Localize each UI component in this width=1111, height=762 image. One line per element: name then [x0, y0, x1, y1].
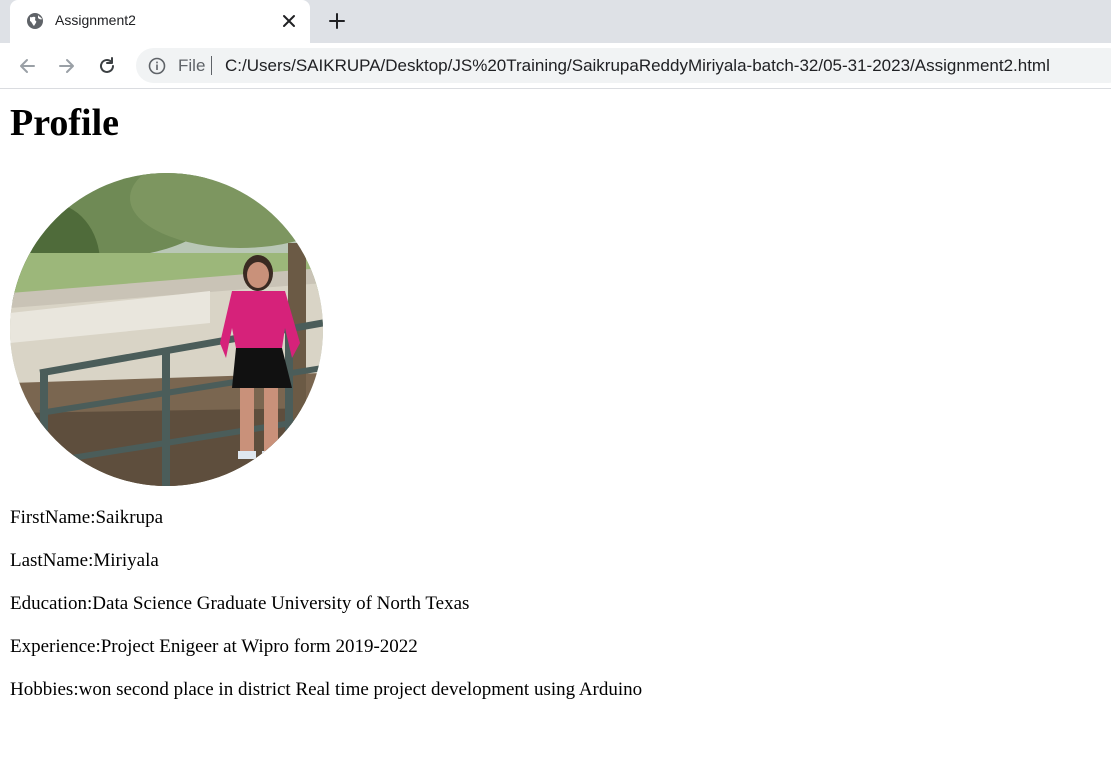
profile-photo	[10, 173, 323, 486]
page-content: Profile FirstName:Saikrupa LastName:Miri…	[10, 89, 1100, 701]
url-text[interactable]: C:/Users/SAIKRUPA/Desktop/JS%20Training/…	[225, 56, 1050, 76]
tab-strip: Assignment2	[0, 0, 1111, 43]
hobbies-field: Hobbies:won second place in district Rea…	[10, 679, 643, 700]
address-bar[interactable]: File C:/Users/SAIKRUPA/Desktop/JS%20Trai…	[136, 48, 1111, 83]
reload-icon[interactable]	[96, 55, 118, 77]
browser-tab[interactable]: Assignment2	[10, 0, 310, 43]
globe-icon	[26, 12, 44, 30]
first-name-field: FirstName:Saikrupa	[10, 507, 164, 528]
browser-toolbar: File C:/Users/SAIKRUPA/Desktop/JS%20Trai…	[0, 43, 1111, 89]
close-icon[interactable]	[280, 12, 298, 30]
education-field: Education:Data Science Graduate Universi…	[10, 593, 470, 614]
plus-icon[interactable]	[327, 11, 347, 31]
last-name-field: LastName:Miriyala	[10, 550, 159, 571]
omnibox-divider	[211, 56, 212, 75]
tab-title: Assignment2	[55, 12, 136, 28]
arrow-right-icon[interactable]	[56, 55, 78, 77]
scheme-label: File	[178, 56, 206, 75]
experience-field: Experience:Project Enigeer at Wipro form…	[10, 636, 418, 657]
page-title: Profile	[10, 102, 120, 144]
arrow-left-icon[interactable]	[16, 55, 38, 77]
info-icon[interactable]	[148, 57, 166, 75]
